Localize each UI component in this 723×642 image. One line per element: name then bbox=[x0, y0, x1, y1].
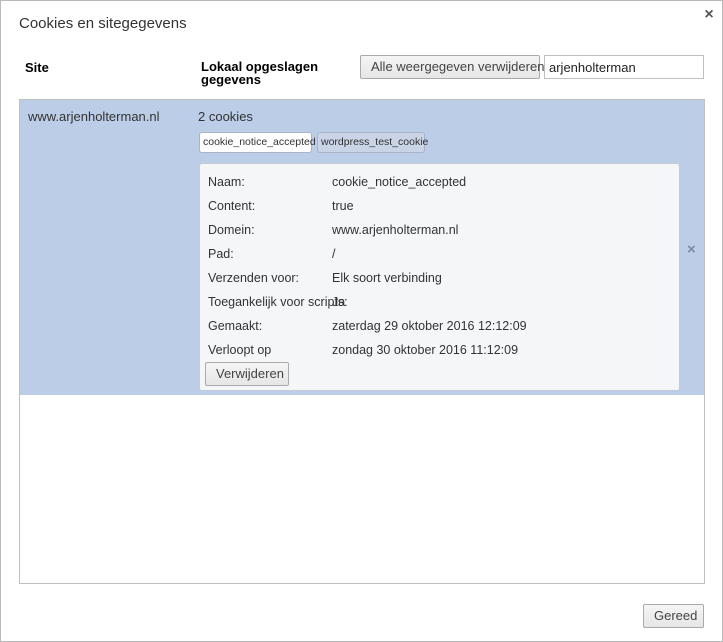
created-value: zaterdag 29 oktober 2016 12:12:09 bbox=[332, 319, 527, 333]
close-icon[interactable]: × bbox=[701, 7, 717, 23]
send-for-value: Elk soort verbinding bbox=[332, 271, 442, 285]
cookie-chip-wordpress-test-cookie[interactable]: wordpress_test_cookie bbox=[317, 132, 428, 153]
dialog-title: Cookies en sitegegevens bbox=[19, 15, 187, 32]
site-row[interactable]: www.arjenholterman.nl 2 cookies cookie_n… bbox=[20, 100, 704, 395]
remove-all-shown-button[interactable]: Alle weergegeven verwijderen bbox=[360, 55, 544, 79]
done-button[interactable]: Gereed bbox=[643, 604, 704, 628]
accessible-to-script-label: Toegankelijk voor scripts: bbox=[208, 295, 348, 309]
cookie-details-panel: Naam: cookie_notice_accepted Content: tr… bbox=[199, 163, 680, 391]
remove-cookie-button[interactable]: Verwijderen bbox=[205, 362, 289, 386]
expires-value: zondag 30 oktober 2016 11:12:09 bbox=[332, 343, 519, 357]
content-label: Content: bbox=[208, 199, 256, 213]
cookie-chip-cookie-notice-accepted[interactable]: cookie_notice_accepted bbox=[199, 132, 316, 153]
path-value: / bbox=[332, 247, 336, 261]
name-value: cookie_notice_accepted bbox=[332, 175, 467, 189]
content-value: true bbox=[332, 199, 354, 213]
remove-site-icon[interactable]: × bbox=[687, 241, 696, 258]
name-label: Naam: bbox=[208, 175, 245, 189]
search-input[interactable] bbox=[544, 55, 704, 79]
cookie-site-list[interactable]: www.arjenholterman.nl 2 cookies cookie_n… bbox=[19, 99, 705, 584]
send-for-label: Verzenden voor: bbox=[208, 271, 300, 285]
column-header-site: Site bbox=[25, 60, 49, 75]
site-name: www.arjenholterman.nl bbox=[28, 109, 160, 124]
domain-label: Domein: bbox=[208, 223, 255, 237]
cookie-count: 2 cookies bbox=[198, 109, 253, 124]
cookies-dialog: Cookies en sitegegevens × Site Lokaal op… bbox=[0, 0, 723, 642]
domain-value: www.arjenholterman.nl bbox=[332, 223, 459, 237]
created-label: Gemaakt: bbox=[208, 319, 263, 333]
accessible-to-script-value: Ja bbox=[332, 295, 346, 309]
path-label: Pad: bbox=[208, 247, 234, 261]
column-header-local-data: Lokaal opgeslagen gegevens bbox=[201, 59, 319, 87]
expires-label: Verloopt op bbox=[208, 343, 272, 357]
